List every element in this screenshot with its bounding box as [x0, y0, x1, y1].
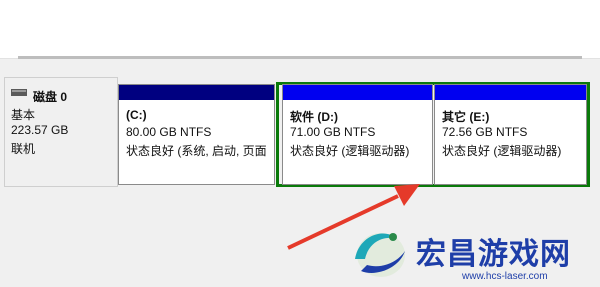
watermark-url: www.hcs-laser.com [462, 271, 548, 282]
watermark-title: 宏昌游戏网 [416, 238, 571, 271]
watermark-logo-icon [355, 233, 405, 277]
